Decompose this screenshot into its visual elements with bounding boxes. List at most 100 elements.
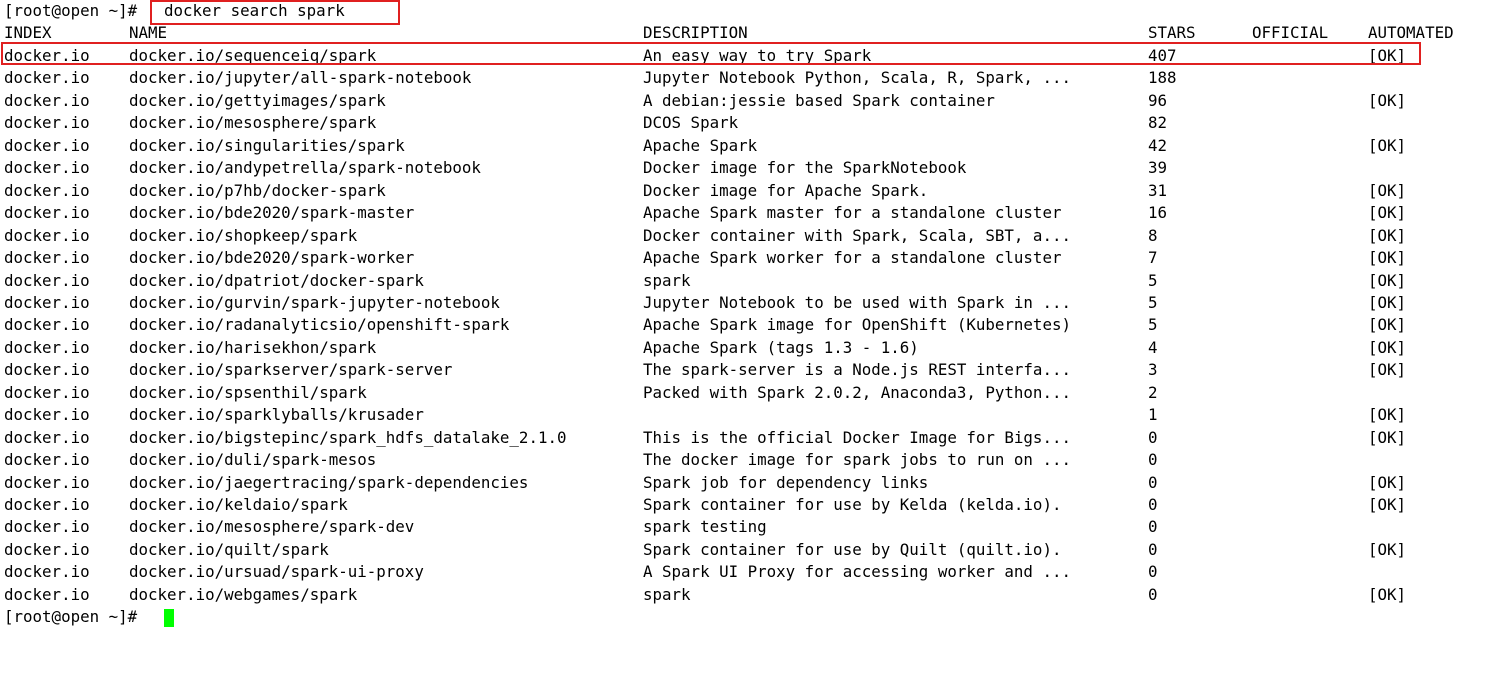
table-row: docker.io docker.io/sparkserver/spark-ser… xyxy=(0,359,1493,382)
row-stars: 39 xyxy=(1148,158,1168,178)
row-stars: 1 xyxy=(1148,405,1158,425)
row-name: docker.io/singularities/spark xyxy=(129,135,405,155)
row-stars: 0 xyxy=(1148,584,1158,604)
row-description: Docker image for the SparkNotebook xyxy=(643,158,967,178)
row-stars: 7 xyxy=(1148,248,1158,268)
row-index: docker.io xyxy=(4,517,90,537)
row-name: docker.io/gurvin/spark-jupyter-notebook xyxy=(129,292,500,312)
row-stars: 5 xyxy=(1148,292,1158,312)
row-automated: [OK] xyxy=(1368,135,1407,155)
row-name: docker.io/bde2020/spark-worker xyxy=(129,248,415,268)
row-automated: [OK] xyxy=(1368,495,1407,514)
row-stars: 407 xyxy=(1148,46,1177,65)
row-stars: 0 xyxy=(1148,539,1158,559)
row-name: docker.io/bde2020/spark-master xyxy=(129,203,415,223)
row-name: docker.io/p7hb/docker-spark xyxy=(129,180,386,200)
row-name: docker.io/gettyimages/spark xyxy=(129,90,386,110)
table-row: docker.io docker.io/mesosphere/spark-dev s… xyxy=(0,516,1493,539)
row-stars: 2 xyxy=(1148,382,1158,402)
row-description: The docker image for spark jobs to run o… xyxy=(643,450,1071,470)
row-automated: [OK] xyxy=(1368,270,1407,290)
row-automated: [OK] xyxy=(1368,360,1407,380)
row-name: docker.io/jaegertracing/spark-dependenci… xyxy=(129,472,529,492)
row-name: docker.io/harisekhon/spark xyxy=(129,337,377,357)
header-index: INDEX xyxy=(4,23,52,42)
row-stars: 5 xyxy=(1148,315,1158,335)
row-stars: 3 xyxy=(1148,360,1158,380)
row-description: DCOS Spark xyxy=(643,113,739,133)
row-name: docker.io/spsenthil/spark xyxy=(129,382,367,402)
row-name: docker.io/quilt/spark xyxy=(129,539,329,559)
table-row: docker.io docker.io/jupyter/all-spark-not… xyxy=(0,67,1493,90)
row-stars: 0 xyxy=(1148,427,1158,447)
table-row: docker.io docker.io/ursuad/spark-ui-proxy… xyxy=(0,561,1493,584)
row-stars: 31 xyxy=(1148,180,1168,200)
row-description: spark xyxy=(643,584,691,604)
row-index: docker.io xyxy=(4,292,90,312)
table-row: docker.io docker.io/shopkeep/spark Docker … xyxy=(0,225,1493,248)
row-index: docker.io xyxy=(4,495,90,514)
row-stars: 0 xyxy=(1148,472,1158,492)
row-index: docker.io xyxy=(4,225,90,245)
row-automated: [OK] xyxy=(1368,225,1407,245)
row-description: Docker container with Spark, Scala, SBT,… xyxy=(643,225,1071,245)
table-row: docker.io docker.io/gettyimages/spark A de… xyxy=(0,90,1493,113)
row-description: An easy way to try Spark xyxy=(643,46,872,65)
table-row: docker.io docker.io/gurvin/spark-jupyter-… xyxy=(0,292,1493,315)
row-description: Apache Spark image for OpenShift (Kubern… xyxy=(643,315,1071,335)
header-description: DESCRIPTION xyxy=(643,23,748,42)
table-header: INDEX NAME DESCRIPTION STARS OFFICIAL AU… xyxy=(0,22,1493,45)
row-description: Jupyter Notebook to be used with Spark i… xyxy=(643,292,1071,312)
row-stars: 0 xyxy=(1148,495,1158,514)
row-stars: 5 xyxy=(1148,270,1158,290)
row-automated: [OK] xyxy=(1368,405,1407,425)
row-description: The spark-server is a Node.js REST inter… xyxy=(643,360,1071,380)
row-automated: [OK] xyxy=(1368,337,1407,357)
header-automated: AUTOMATED xyxy=(1368,23,1454,42)
row-index: docker.io xyxy=(4,203,90,223)
row-automated: [OK] xyxy=(1368,584,1407,604)
table-row: docker.io docker.io/sparklyballs/krusader… xyxy=(0,404,1493,427)
row-index: docker.io xyxy=(4,90,90,110)
terminal-window[interactable]: [root@open ~]# docker search spark INDEX… xyxy=(0,0,1493,642)
row-index: docker.io xyxy=(4,135,90,155)
row-description: Docker image for Apache Spark. xyxy=(643,180,929,200)
row-index: docker.io xyxy=(4,382,90,402)
row-name: docker.io/sparklyballs/krusader xyxy=(129,405,424,425)
row-index: docker.io xyxy=(4,450,90,470)
row-index: docker.io xyxy=(4,337,90,357)
shell-prompt: [root@open ~]# xyxy=(4,607,138,627)
row-index: docker.io xyxy=(4,539,90,559)
row-description: Apache Spark master for a standalone clu… xyxy=(643,203,1062,223)
row-stars: 8 xyxy=(1148,225,1158,245)
row-index: docker.io xyxy=(4,68,90,88)
table-row: docker.io docker.io/keldaio/spark Spark co… xyxy=(0,494,1493,517)
row-index: docker.io xyxy=(4,562,90,582)
row-name: docker.io/radanalyticsio/openshift-spark xyxy=(129,315,510,335)
header-stars: STARS xyxy=(1148,23,1196,42)
row-description: spark xyxy=(643,270,691,290)
row-index: docker.io xyxy=(4,315,90,335)
row-description: A debian:jessie based Spark container xyxy=(643,90,995,110)
row-index: docker.io xyxy=(4,158,90,178)
row-automated: [OK] xyxy=(1368,248,1407,268)
row-name: docker.io/shopkeep/spark xyxy=(129,225,358,245)
command-text: docker search spark xyxy=(164,1,345,20)
row-name: docker.io/bigstepinc/spark_hdfs_datalake… xyxy=(129,427,567,447)
row-automated: [OK] xyxy=(1368,427,1407,447)
row-name: docker.io/mesosphere/spark-dev xyxy=(129,517,415,537)
final-prompt-line: [root@open ~]# xyxy=(4,606,174,629)
table-row: docker.io docker.io/webgames/spark spark 0 [… xyxy=(0,584,1493,607)
row-description: This is the official Docker Image for Bi… xyxy=(643,427,1071,447)
table-row: docker.io docker.io/bde2020/spark-master A… xyxy=(0,202,1493,225)
shell-prompt: [root@open ~]# xyxy=(4,1,138,20)
row-name: docker.io/webgames/spark xyxy=(129,584,358,604)
row-automated: [OK] xyxy=(1368,46,1407,65)
table-row: docker.io docker.io/andypetrella/spark-no… xyxy=(0,157,1493,180)
row-description: Spark job for dependency links xyxy=(643,472,929,492)
row-description: Jupyter Notebook Python, Scala, R, Spark… xyxy=(643,68,1071,88)
row-description: Apache Spark worker for a standalone clu… xyxy=(643,248,1062,268)
table-row: docker.io docker.io/dpatriot/docker-spark… xyxy=(0,270,1493,293)
row-automated: [OK] xyxy=(1368,180,1407,200)
row-index: docker.io xyxy=(4,248,90,268)
